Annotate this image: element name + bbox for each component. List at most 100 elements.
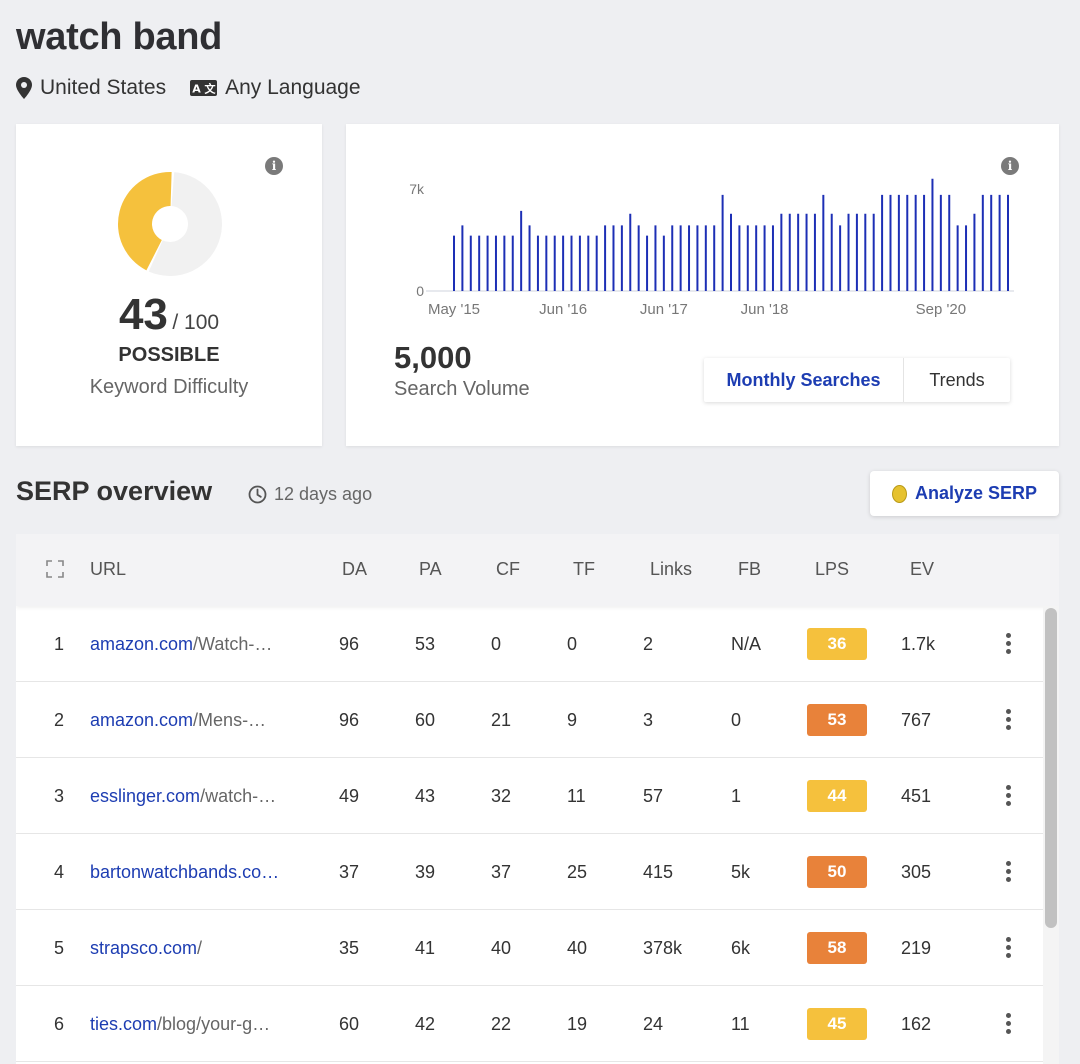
pa-cell: 60	[415, 709, 436, 730]
search-volume-chart: 7k 0May '15 Jun '16 Jun '17 Jun '18 Sep '20	[409, 178, 1014, 318]
difficulty-caption: Keyword Difficulty	[89, 376, 249, 398]
analyze-serp-button[interactable]: Analyze SERP	[870, 471, 1059, 516]
x-tick-label: Jun '17	[640, 301, 688, 318]
url-cell[interactable]: bartonwatchbands.co…	[90, 834, 320, 910]
column-tf[interactable]: TF	[573, 559, 595, 580]
chart-mode-toggle: Monthly Searches Trends	[704, 358, 1010, 402]
url-domain: amazon.com	[90, 634, 194, 654]
table-row[interactable]: 4 bartonwatchbands.co… 37 39 37 25 415 5k 305 50	[16, 834, 1043, 910]
rank-cell: 2	[54, 709, 65, 730]
lps-badge: 44	[807, 780, 867, 812]
url-path: /watch-…	[200, 786, 277, 806]
more-options-icon[interactable]	[1004, 633, 1012, 657]
expand-icon[interactable]	[46, 560, 64, 578]
more-options-icon[interactable]	[1004, 1013, 1012, 1037]
links-cell: 3	[643, 709, 654, 730]
tf-cell: 9	[567, 709, 578, 730]
column-ev[interactable]: EV	[910, 559, 934, 580]
column-pa[interactable]: PA	[419, 559, 442, 580]
location-item[interactable]: United States	[16, 76, 166, 100]
credit-coin-icon	[891, 484, 907, 503]
links-cell: 57	[643, 785, 664, 806]
table-row[interactable]: 2 amazon.com/Mens-… 96 60 21 9 3 0 767 53	[16, 682, 1043, 758]
difficulty-score: 43 / 100	[16, 290, 322, 340]
da-cell: 60	[339, 1013, 360, 1034]
url-link[interactable]: bartonwatchbands.co…	[90, 834, 320, 910]
url-link[interactable]: amazon.com/Mens-…	[90, 682, 320, 758]
rank-cell: 3	[54, 785, 65, 806]
language-item[interactable]: A 文 Any Language	[190, 76, 361, 100]
pa-cell: 41	[415, 937, 436, 958]
scrollbar-thumb[interactable]	[1045, 608, 1057, 928]
serp-overview-title: SERP overview	[16, 476, 213, 506]
table-row[interactable]: 5 strapsco.com/35 41 40 40 378k 6k 219 58	[16, 910, 1043, 986]
url-link[interactable]: esslinger.com/watch-…	[90, 758, 320, 834]
url-cell[interactable]: ties.com/blog/your-g…	[90, 986, 320, 1062]
column-fb[interactable]: FB	[738, 559, 761, 580]
url-domain: amazon.com	[90, 710, 194, 730]
pa-cell: 42	[415, 1013, 436, 1034]
ev-cell: 219	[901, 937, 932, 958]
rank-cell: 4	[54, 861, 65, 882]
column-url[interactable]: URL	[90, 559, 126, 580]
language-label: Any Language	[225, 76, 361, 99]
url-cell[interactable]: strapsco.com/	[90, 910, 320, 986]
ev-cell: 1.7k	[901, 633, 936, 654]
difficulty-label: POSSIBLE	[118, 344, 220, 366]
url-cell[interactable]: esslinger.com/watch-…	[90, 758, 320, 834]
cf-cell: 22	[491, 1013, 512, 1034]
keyword-difficulty-card: i 43 / 100 POSSIBLE Keyword Difficulty	[16, 124, 322, 446]
pa-cell: 39	[415, 861, 436, 882]
x-tick-label: Sep '20	[916, 301, 966, 318]
url-domain: ties.com	[90, 1014, 158, 1034]
rank-cell: 6	[54, 1013, 65, 1034]
rank-cell: 5	[54, 937, 65, 958]
da-cell: 35	[339, 937, 360, 958]
url-link[interactable]: ties.com/blog/your-g…	[90, 986, 320, 1062]
y-tick-label: 0	[416, 283, 424, 299]
rank-cell: 1	[54, 633, 65, 654]
fb-cell: N/A	[731, 633, 762, 654]
fb-cell: 11	[731, 1013, 750, 1034]
links-cell: 24	[643, 1013, 664, 1034]
scrollbar[interactable]	[1043, 606, 1059, 1064]
more-options-icon[interactable]	[1004, 861, 1012, 885]
ev-cell: 305	[901, 861, 932, 882]
fb-cell: 1	[731, 785, 742, 806]
url-cell[interactable]: amazon.com/Mens-…	[90, 682, 320, 758]
da-cell: 96	[339, 709, 360, 730]
more-options-icon[interactable]	[1004, 785, 1012, 809]
more-options-icon[interactable]	[1004, 709, 1012, 733]
table-row[interactable]: 3 esslinger.com/watch-… 49 43 32 11 57 1 451 44	[16, 758, 1043, 834]
table-header: URL DA PA CF TF Links FB LPS EV	[16, 534, 1059, 606]
url-path: /blog/your-g…	[157, 1014, 271, 1034]
page-title: watch band	[16, 16, 223, 58]
table-row[interactable]: 6 ties.com/blog/your-g… 60 42 22 19 24 11 162 45	[16, 986, 1043, 1062]
translate-icon: A 文	[190, 80, 218, 96]
tf-cell: 25	[567, 861, 588, 882]
tab-monthly-searches[interactable]: Monthly Searches	[704, 358, 904, 402]
more-options-icon[interactable]	[1004, 937, 1012, 961]
cf-cell: 0	[491, 633, 502, 654]
column-links[interactable]: Links	[650, 559, 692, 580]
url-link[interactable]: amazon.com/Watch-…	[90, 606, 320, 682]
table-row[interactable]: 1 amazon.com/Watch-… 96 53 0 0 2 N/A 1.7k 36	[16, 606, 1043, 682]
url-link[interactable]: strapsco.com/	[90, 910, 320, 986]
lps-badge: 53	[807, 704, 867, 736]
lps-badge: 36	[807, 628, 867, 660]
column-lps[interactable]: LPS	[815, 559, 849, 580]
links-cell: 2	[643, 633, 654, 654]
cf-cell: 21	[491, 709, 512, 730]
links-cell: 378k	[643, 937, 683, 958]
svg-text:A: A	[192, 83, 201, 96]
tab-trends[interactable]: Trends	[904, 358, 1010, 402]
column-da[interactable]: DA	[342, 559, 367, 580]
info-icon[interactable]: i	[265, 157, 283, 175]
search-volume-caption: Search Volume	[394, 378, 530, 400]
column-cf[interactable]: CF	[496, 559, 520, 580]
tf-cell: 0	[567, 633, 578, 654]
cf-cell: 37	[491, 861, 512, 882]
fb-cell: 0	[731, 709, 742, 730]
url-cell[interactable]: amazon.com/Watch-…	[90, 606, 320, 682]
x-tick-label: May '15	[428, 301, 480, 318]
